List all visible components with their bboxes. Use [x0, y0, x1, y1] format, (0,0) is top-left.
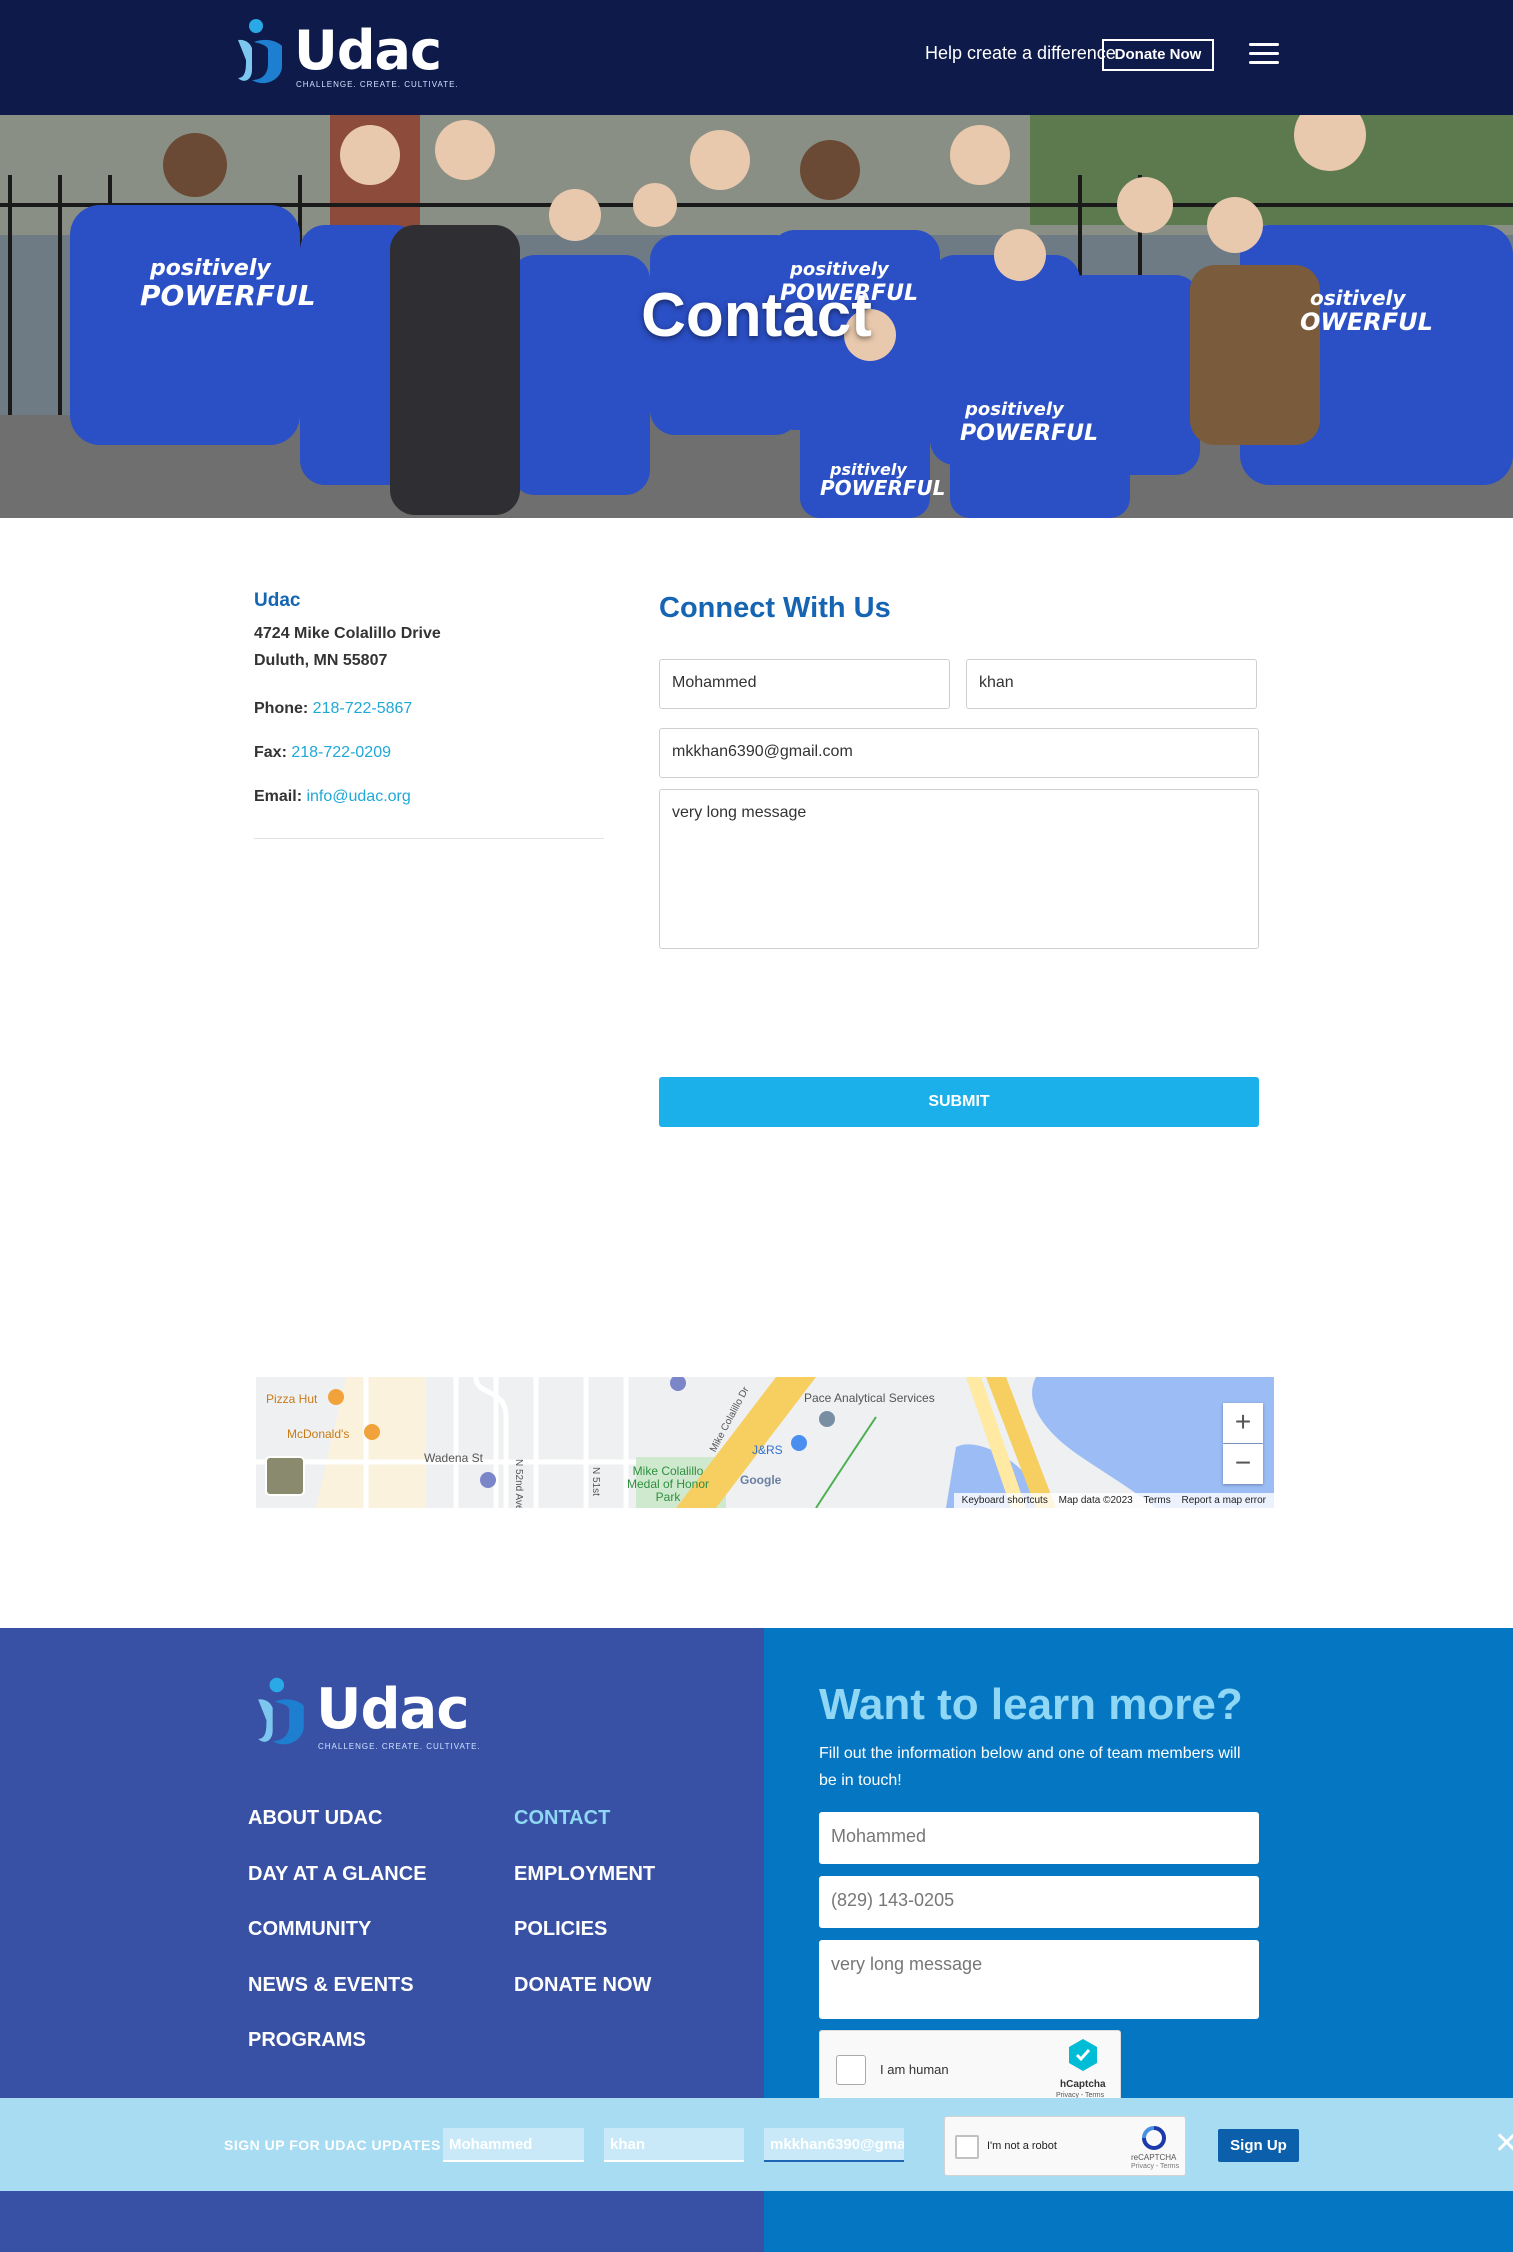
recaptcha-label: I'm not a robot — [987, 2140, 1057, 2152]
hcaptcha-brand: hCaptcha — [1060, 2079, 1106, 2090]
donate-now-button[interactable]: Donate Now — [1102, 39, 1214, 71]
logo-figure-icon — [258, 1677, 304, 1745]
address-line-1: 4724 Mike Colalillo Drive — [254, 625, 441, 642]
footer-nav-policies[interactable]: POLICIES — [514, 1918, 607, 1941]
map-attribution: Keyboard shortcuts Map data ©2023 Terms … — [953, 1493, 1274, 1508]
signup-button[interactable]: Sign Up — [1218, 2129, 1299, 2162]
zoom-in-button[interactable]: + — [1223, 1403, 1263, 1443]
email-label: Email: — [254, 788, 303, 805]
recaptcha-widget: I'm not a robot reCAPTCHA Privacy - Term… — [944, 2116, 1186, 2176]
map-label-medal-of-honor-park: Mike Colalillo Medal of Honor Park — [626, 1464, 710, 1504]
svg-text:POWERFUL: POWERFUL — [820, 476, 945, 500]
map-label-jrs: J&RS — [752, 1443, 783, 1457]
footer-nav-day-at-a-glance[interactable]: DAY AT A GLANCE — [248, 1863, 427, 1886]
map-data-text: Map data ©2023 — [1058, 1495, 1133, 1506]
fax-row: Fax: 218-722-0209 — [254, 744, 604, 762]
google-logo: Google — [740, 1473, 782, 1487]
phone-row: Phone: 218-722-5867 — [254, 700, 604, 718]
recaptcha-brand: reCAPTCHA — [1131, 2153, 1177, 2162]
footer-nav-contact[interactable]: CONTACT — [514, 1807, 610, 1830]
map-label-mcdonalds: McDonald's — [287, 1427, 350, 1441]
fax-link[interactable]: 218-722-0209 — [291, 744, 391, 761]
logo-tagline: CHALLENGE. CREATE. CULTIVATE. — [296, 80, 459, 89]
svg-text:positively: positively — [964, 399, 1065, 420]
address-line-2: Duluth, MN 55807 — [254, 652, 388, 669]
first-name-field[interactable]: Mohammed — [659, 659, 950, 709]
footer-phone-field[interactable]: (829) 143-0205 — [819, 1876, 1259, 1928]
divider — [254, 838, 604, 839]
learn-more-title: Want to learn more? — [819, 1680, 1243, 1729]
recaptcha-logo-icon — [1142, 2126, 1166, 2150]
learn-more-subtitle: Fill out the information below and one o… — [819, 1745, 1241, 1789]
logo-text: Udac — [294, 19, 442, 82]
google-map[interactable]: Pizza Hut McDonald's Wadena St N 52nd Av… — [256, 1377, 1274, 1508]
zoom-out-button[interactable]: − — [1223, 1444, 1263, 1484]
org-name: Udac — [254, 590, 301, 611]
footer-nav-employment[interactable]: EMPLOYMENT — [514, 1863, 655, 1886]
footer-nav-community[interactable]: COMMUNITY — [248, 1918, 371, 1941]
hcaptcha-widget: I am human hCaptcha Privacy - Terms — [819, 2030, 1121, 2106]
phone-link[interactable]: 218-722-5867 — [313, 700, 413, 717]
footer-logo[interactable]: Udac CHALLENGE. CREATE. CULTIVATE. — [254, 1676, 480, 1756]
hcaptcha-checkbox[interactable] — [836, 2055, 866, 2085]
help-text: Help create a difference — [925, 43, 1116, 63]
hcaptcha-label: I am human — [880, 2062, 949, 2077]
svg-text:positively: positively — [789, 259, 890, 280]
email-field[interactable]: mkkhan6390@gmail.com — [659, 728, 1259, 778]
footer-name-field[interactable]: Mohammed — [819, 1812, 1259, 1864]
message-textarea[interactable]: very long message — [659, 789, 1259, 949]
footer-message-field[interactable]: very long message — [819, 1940, 1259, 2019]
signup-label: SIGN UP FOR UDAC UPDATES — [224, 2137, 441, 2153]
signup-first-name-field[interactable]: Mohammed — [443, 2128, 584, 2162]
fax-label: Fax: — [254, 744, 287, 761]
phone-label: Phone: — [254, 700, 309, 717]
signup-bar: SIGN UP FOR UDAC UPDATES Mohammed khan m… — [0, 2098, 1513, 2191]
last-name-field[interactable]: khan — [966, 659, 1257, 709]
footer-nav-news-events[interactable]: NEWS & EVENTS — [248, 1974, 414, 1997]
svg-text:positively: positively — [149, 256, 272, 281]
email-row: Email: info@udac.org — [254, 788, 604, 806]
close-icon[interactable]: ✕ — [1494, 2126, 1513, 2161]
map-label-pizza-hut: Pizza Hut — [266, 1392, 318, 1406]
submit-button[interactable]: SUBMIT — [659, 1077, 1259, 1127]
signup-email-field[interactable]: mkkhan6390@gmail.com — [764, 2128, 904, 2162]
site-header: Udac CHALLENGE. CREATE. CULTIVATE. Help … — [0, 0, 1513, 115]
footer-logo-tagline: CHALLENGE. CREATE. CULTIVATE. — [318, 1742, 481, 1751]
page-title: Contact — [641, 281, 872, 350]
logo-figure-icon — [238, 19, 282, 84]
map-label-wadena-st: Wadena St — [424, 1451, 483, 1465]
hcaptcha-logo-icon — [1069, 2039, 1097, 2071]
hero-banner: positively POWERFUL positively POWERFUL po… — [0, 115, 1513, 518]
email-link[interactable]: info@udac.org — [306, 788, 410, 805]
footer-logo-text: Udac — [316, 1677, 470, 1742]
recaptcha-privacy-terms[interactable]: Privacy - Terms — [1131, 2163, 1179, 2170]
map-label-52nd-ave: N 52nd Ave W — [513, 1459, 524, 1508]
map-label-51st: N 51st — [590, 1467, 601, 1496]
footer-nav-programs[interactable]: PROGRAMS — [248, 2029, 366, 2052]
footer-nav-about[interactable]: ABOUT UDAC — [248, 1807, 382, 1830]
hamburger-menu-icon[interactable] — [1249, 43, 1279, 65]
keyboard-shortcuts-link[interactable]: Keyboard shortcuts — [962, 1495, 1048, 1506]
footer-nav-donate-now[interactable]: DONATE NOW — [514, 1974, 651, 1997]
contact-info: Udac 4724 Mike Colalillo Drive Duluth, M… — [254, 590, 604, 839]
recaptcha-checkbox[interactable] — [955, 2135, 979, 2159]
form-title: Connect With Us — [659, 592, 891, 624]
signup-last-name-field[interactable]: khan — [604, 2128, 744, 2162]
terms-link[interactable]: Terms — [1144, 1495, 1171, 1506]
svg-text:POWERFUL: POWERFUL — [960, 421, 1098, 446]
map-label-pace-analytical: Pace Analytical Services — [804, 1391, 935, 1405]
report-map-error-link[interactable]: Report a map error — [1182, 1495, 1266, 1506]
udac-logo[interactable]: Udac CHALLENGE. CREATE. CULTIVATE. — [234, 18, 458, 92]
